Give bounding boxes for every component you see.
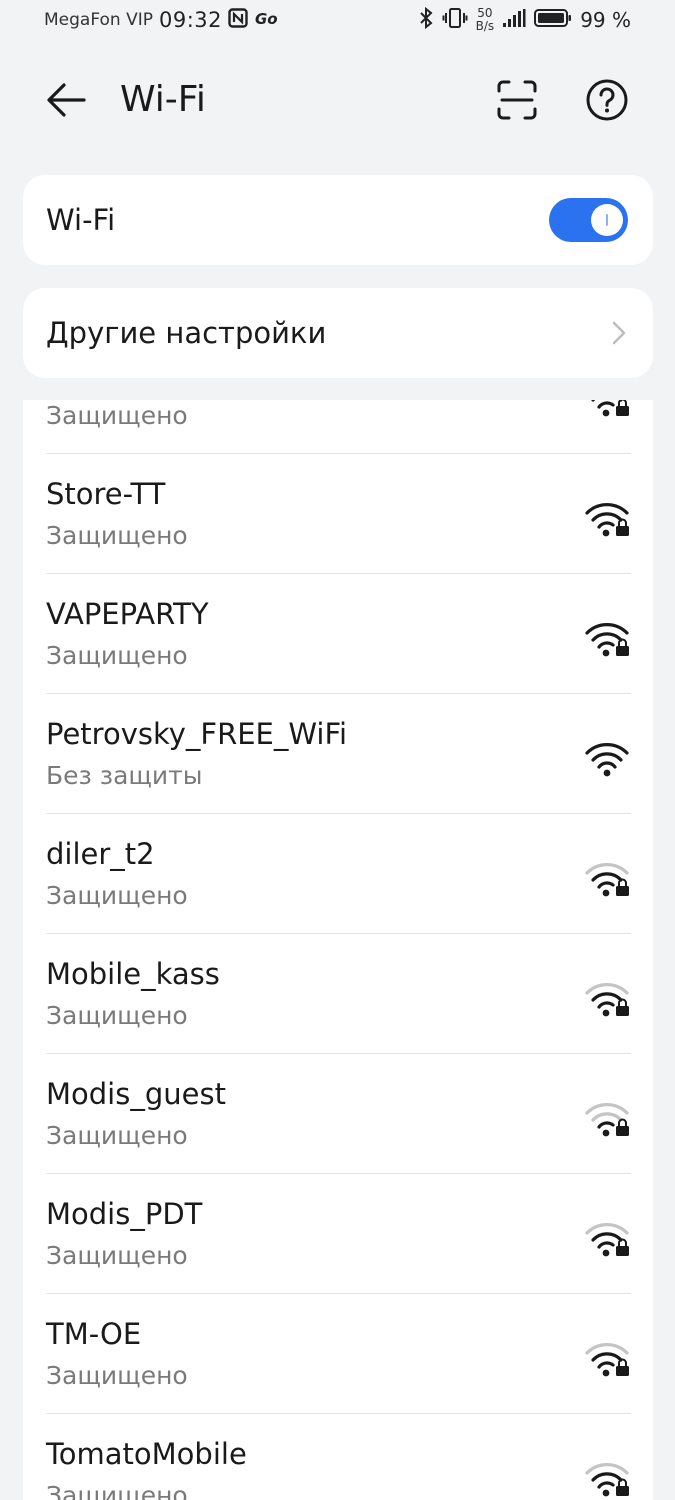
network-status: Защищено	[46, 881, 188, 910]
carrier-name: MegaFon VIP	[44, 10, 153, 30]
bluetooth-icon	[418, 6, 434, 34]
wifi-signal-weak-locked-icon	[585, 1223, 629, 1257]
page-title: Wi-Fi	[120, 79, 206, 120]
network-name: diler_t2	[46, 837, 155, 871]
wifi-signal-weak-locked-icon	[585, 1103, 629, 1137]
wifi-toggle-switch[interactable]	[549, 198, 628, 242]
scan-icon	[497, 80, 537, 120]
app-bar: Wi-Fi	[0, 60, 675, 140]
signal-icon	[502, 8, 526, 32]
status-left: MegaFon VIP 09:32 Go	[44, 8, 278, 32]
back-arrow-icon	[47, 83, 86, 117]
wifi-signal-locked-icon	[585, 503, 629, 537]
toggle-knob	[591, 204, 623, 236]
status-time: 09:32	[158, 8, 223, 32]
wifi-toggle-label: Wi-Fi	[46, 203, 116, 237]
wifi-signal-weak-locked-icon	[585, 1343, 629, 1377]
network-status: Защищено	[46, 1121, 188, 1150]
network-status: Защищено	[46, 521, 188, 550]
network-status: Защищено	[46, 401, 188, 430]
network-name: TomatoMobile	[46, 1437, 247, 1471]
other-settings-card[interactable]: Другие настройки	[23, 288, 653, 378]
chevron-right-icon	[612, 321, 626, 345]
status-right: 50 B/s 99 %	[418, 6, 631, 34]
network-item[interactable]: diler_t2 Защищено	[46, 814, 631, 934]
network-item[interactable]: Modis_PDT Защищено	[46, 1174, 631, 1294]
net-speed-unit: B/s	[475, 19, 495, 33]
status-bar: MegaFon VIP 09:32 Go 50 B/s 99 %	[0, 0, 675, 44]
wifi-toggle-card: Wi-Fi	[23, 175, 653, 265]
network-status: Защищено	[46, 1241, 188, 1270]
network-item[interactable]: Защищено	[46, 400, 631, 454]
other-settings-label: Другие настройки	[46, 316, 327, 350]
network-status: Защищено	[46, 1481, 188, 1500]
vibrate-icon	[442, 6, 468, 34]
network-item[interactable]: TomatoMobile Защищено	[46, 1414, 631, 1500]
network-name: TM-OE	[46, 1317, 142, 1351]
wifi-signal-open-icon	[585, 743, 629, 777]
network-status: Защищено	[46, 1001, 188, 1030]
wifi-signal-weak-locked-icon	[585, 983, 629, 1017]
nfc-icon	[228, 8, 248, 32]
network-item[interactable]: Modis_guest Защищено	[46, 1054, 631, 1174]
go-icon: Go	[254, 8, 278, 32]
wifi-signal-weak-locked-icon	[585, 1463, 629, 1497]
network-status: Защищено	[46, 1361, 188, 1390]
network-name: Modis_PDT	[46, 1197, 203, 1231]
back-button[interactable]	[40, 78, 92, 122]
svg-text:Go: Go	[255, 10, 278, 28]
help-button[interactable]	[584, 77, 630, 123]
network-name: Petrovsky_FREE_WiFi	[46, 717, 348, 751]
net-speed: 50 B/s	[476, 7, 495, 33]
network-list: Защищено Store-TT Защищено VAPEPARTY Защ…	[23, 400, 653, 1500]
scan-button[interactable]	[494, 77, 540, 123]
network-name: Mobile_kass	[46, 957, 220, 991]
battery-icon	[534, 8, 572, 32]
wifi-signal-locked-icon	[585, 623, 629, 657]
wifi-signal-weak-locked-icon	[585, 863, 629, 897]
network-item[interactable]: Mobile_kass Защищено	[46, 934, 631, 1054]
help-icon	[586, 79, 628, 121]
battery-percent: 99 %	[580, 8, 631, 32]
network-name: VAPEPARTY	[46, 597, 209, 631]
network-item[interactable]: TM-OE Защищено	[46, 1294, 631, 1414]
network-name: Store-TT	[46, 477, 166, 511]
network-status: Защищено	[46, 641, 188, 670]
network-item[interactable]: VAPEPARTY Защищено	[46, 574, 631, 694]
wifi-signal-locked-icon	[591, 400, 629, 417]
network-status: Без защиты	[46, 761, 203, 790]
network-item[interactable]: Petrovsky_FREE_WiFi Без защиты	[46, 694, 631, 814]
network-item[interactable]: Store-TT Защищено	[46, 454, 631, 574]
network-name: Modis_guest	[46, 1077, 226, 1111]
